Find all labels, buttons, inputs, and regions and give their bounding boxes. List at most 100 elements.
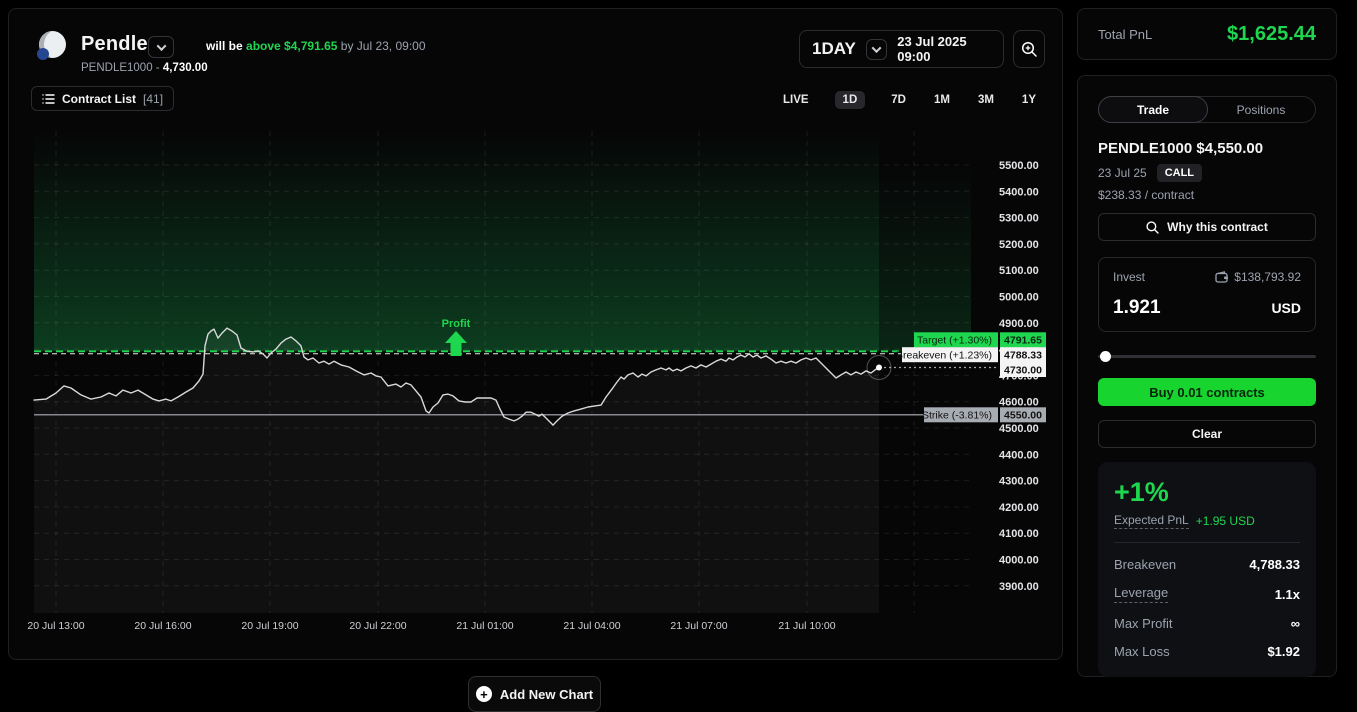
trade-panel: Trade Positions PENDLE1000 $4,550.00 23 …	[1077, 75, 1337, 677]
svg-text:5500.00: 5500.00	[999, 160, 1039, 172]
breakeven-value: 4,788.33	[1249, 557, 1300, 572]
expected-return-pct: +1%	[1114, 477, 1300, 508]
interval-selector[interactable]: 1DAY 23 Jul 2025 09:00	[799, 30, 1004, 68]
svg-text:4730.00: 4730.00	[1004, 364, 1042, 376]
prediction-suffix: by Jul 23, 09:00	[341, 39, 426, 53]
svg-text:21 Jul 10:00: 21 Jul 10:00	[778, 620, 835, 632]
chevron-down-icon	[156, 41, 166, 51]
asset-logo	[39, 31, 66, 58]
svg-text:4100.00: 4100.00	[999, 528, 1039, 540]
timeframe-3m[interactable]: 3M	[976, 91, 996, 109]
divider	[1114, 542, 1300, 543]
svg-text:4791.65: 4791.65	[1004, 335, 1042, 347]
timeframe-1y[interactable]: 1Y	[1020, 91, 1038, 109]
prediction-text: will be above $4,791.65 by Jul 23, 09:00	[206, 39, 426, 53]
leverage-label: Leverage	[1114, 585, 1168, 603]
contract-title: PENDLE1000 $4,550.00	[1098, 140, 1316, 157]
max-loss-label: Max Loss	[1114, 644, 1170, 659]
invest-box: Invest $138,793.92 1.921 USD	[1098, 257, 1316, 332]
timeframe-1d[interactable]: 1D	[835, 91, 866, 109]
timeframe-row: LIVE 1D 7D 1M 3M 1Y	[781, 91, 1038, 109]
add-new-chart-button[interactable]: + Add New Chart	[468, 676, 601, 712]
pnl-summary-card: +1% Expected PnL +1.95 USD Breakeven 4,7…	[1098, 462, 1316, 677]
svg-text:4200.00: 4200.00	[999, 502, 1039, 514]
call-badge: CALL	[1157, 164, 1202, 182]
asset-subtitle: PENDLE1000 - 4,730.00	[81, 62, 208, 74]
buy-button[interactable]: Buy 0.01 contracts	[1098, 378, 1316, 406]
clear-button[interactable]: Clear	[1098, 420, 1316, 448]
wallet-balance: $138,793.92	[1215, 270, 1301, 284]
svg-text:21 Jul 04:00: 21 Jul 04:00	[563, 620, 620, 632]
contract-list-button[interactable]: Contract List [41]	[31, 86, 174, 111]
why-this-contract-button[interactable]: Why this contract	[1098, 213, 1316, 241]
total-pnl-value: $1,625.44	[1227, 23, 1316, 46]
zoom-in-button[interactable]	[1013, 30, 1045, 68]
leverage-value: 1.1x	[1275, 587, 1300, 602]
svg-text:3900.00: 3900.00	[999, 581, 1039, 593]
contract-expiry: 23 Jul 25	[1098, 166, 1147, 180]
wallet-icon	[1215, 271, 1229, 283]
total-pnl-label: Total PnL	[1098, 27, 1152, 42]
svg-text:4000.00: 4000.00	[999, 555, 1039, 567]
svg-text:5000.00: 5000.00	[999, 292, 1039, 304]
invest-label: Invest	[1113, 270, 1145, 284]
max-profit-label: Max Profit	[1114, 616, 1173, 631]
amount-slider[interactable]	[1098, 351, 1316, 362]
svg-text:20 Jul 19:00: 20 Jul 19:00	[241, 620, 298, 632]
tab-trade[interactable]: Trade	[1098, 96, 1208, 123]
svg-text:4300.00: 4300.00	[999, 476, 1039, 488]
asset-symbol: PENDLE1000 -	[81, 62, 163, 74]
prediction-target: above $4,791.65	[246, 39, 337, 53]
svg-text:4788.33: 4788.33	[1004, 350, 1042, 362]
contract-list-label: Contract List	[62, 92, 136, 106]
total-pnl-card: Total PnL $1,625.44	[1077, 8, 1337, 60]
search-icon	[1146, 221, 1159, 234]
asset-name: Pendle	[81, 33, 148, 56]
plus-circle-icon: +	[476, 686, 492, 702]
slider-track	[1098, 355, 1316, 358]
list-icon	[42, 93, 55, 105]
magnifier-plus-icon	[1021, 41, 1038, 58]
summary-row-max-loss: Max Loss $1.92	[1114, 634, 1300, 662]
prediction-prefix: will be	[206, 39, 243, 53]
summary-row-max-profit: Max Profit ∞	[1114, 606, 1300, 634]
summary-row-leverage: Leverage 1.1x	[1114, 575, 1300, 606]
slider-thumb[interactable]	[1100, 351, 1111, 362]
svg-text:5100.00: 5100.00	[999, 265, 1039, 277]
svg-text:4500.00: 4500.00	[999, 423, 1039, 435]
interval-label: 1DAY	[812, 39, 856, 59]
invest-currency: USD	[1271, 300, 1301, 316]
chart-panel: 5500.005400.005300.005200.005100.005000.…	[8, 8, 1063, 660]
contract-list-count: [41]	[143, 92, 163, 106]
svg-text:5400.00: 5400.00	[999, 186, 1039, 198]
svg-text:21 Jul 01:00: 21 Jul 01:00	[456, 620, 513, 632]
wallet-balance-value: $138,793.92	[1234, 270, 1301, 284]
max-profit-value: ∞	[1291, 616, 1300, 631]
chevron-down-icon	[872, 43, 882, 53]
svg-text:5300.00: 5300.00	[999, 213, 1039, 225]
svg-text:20 Jul 22:00: 20 Jul 22:00	[349, 620, 406, 632]
svg-text:4600.00: 4600.00	[999, 397, 1039, 409]
svg-text:20 Jul 13:00: 20 Jul 13:00	[27, 620, 84, 632]
invest-amount-input[interactable]: 1.921	[1113, 297, 1161, 319]
svg-text:Breakeven (+1.23%): Breakeven (+1.23%)	[896, 350, 992, 362]
max-loss-value: $1.92	[1267, 644, 1300, 659]
add-new-chart-label: Add New Chart	[500, 687, 593, 702]
svg-text:21 Jul 07:00: 21 Jul 07:00	[670, 620, 727, 632]
svg-text:Profit: Profit	[442, 318, 471, 330]
svg-text:4900.00: 4900.00	[999, 318, 1039, 330]
timeframe-live[interactable]: LIVE	[781, 91, 811, 109]
interval-dropdown-button[interactable]	[866, 39, 887, 60]
why-this-contract-label: Why this contract	[1167, 220, 1268, 234]
summary-row-breakeven: Breakeven 4,788.33	[1114, 547, 1300, 575]
tab-bar: Trade Positions	[1098, 96, 1316, 123]
tab-positions[interactable]: Positions	[1207, 97, 1315, 122]
svg-text:20 Jul 16:00: 20 Jul 16:00	[134, 620, 191, 632]
expiry-datetime: 23 Jul 2025 09:00	[897, 34, 991, 64]
asset-dropdown-button[interactable]	[148, 36, 174, 58]
svg-text:4400.00: 4400.00	[999, 449, 1039, 461]
timeframe-1m[interactable]: 1M	[932, 91, 952, 109]
contract-premium: $238.33 / contract	[1098, 188, 1316, 202]
asset-price: 4,730.00	[163, 62, 208, 74]
timeframe-7d[interactable]: 7D	[889, 91, 908, 109]
